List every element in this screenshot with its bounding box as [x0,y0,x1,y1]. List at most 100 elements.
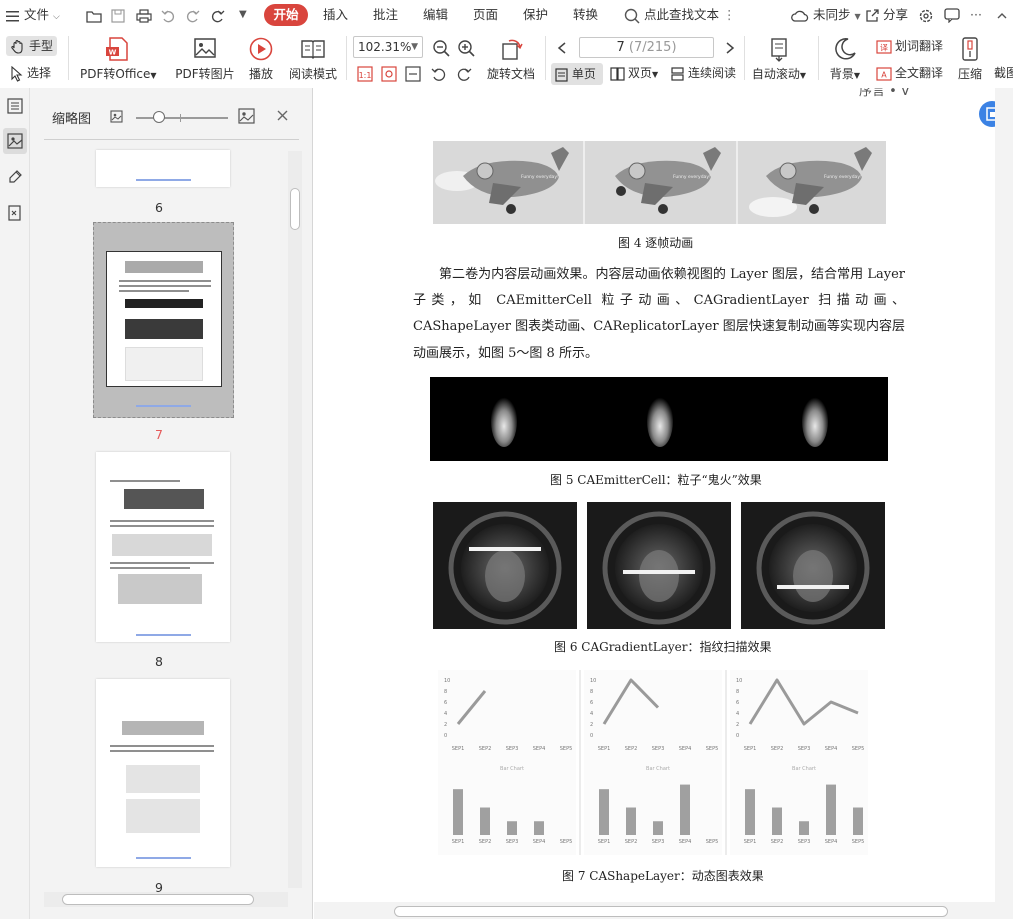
single-page-button[interactable]: 单页 [551,63,603,85]
zoom-value: 102.31% [358,40,412,54]
zoom-out-icon[interactable] [432,35,450,59]
outline-icon[interactable] [3,93,27,119]
bar [680,784,690,835]
compress-button[interactable]: 压缩 [954,36,986,82]
thumbnail-hscroll-thumb[interactable] [62,894,254,905]
thumb-footer-line [136,179,191,181]
sync-status[interactable]: 未同步 ▼ [791,0,861,30]
print-icon[interactable] [136,0,152,30]
quick-access-dropdown-icon[interactable]: ▼ [239,0,247,30]
play-button[interactable]: 播放 [244,36,278,82]
thumb-figure [126,799,200,833]
fit-width-icon[interactable] [405,62,421,84]
tab-edit[interactable]: 编辑 [423,0,448,30]
annotation-icon[interactable] [3,164,27,190]
slider-knob[interactable] [153,111,165,123]
thumbnail-panel-title: 缩略图 [52,112,92,127]
thumbnail-page-8[interactable] [96,452,230,642]
pdf-to-office-button[interactable]: W PDF转Office▼ [80,36,157,82]
crop-button[interactable]: 截图 [994,64,1013,81]
open-icon[interactable] [86,0,102,30]
close-panel-icon[interactable] [276,109,289,125]
y-tick-label: 2 [736,722,739,728]
tab-page[interactable]: 页面 [473,0,498,30]
x-tick-label: SEP3 [506,746,519,752]
search-box[interactable]: 点此查找文本 ⋮ [624,0,735,30]
large-thumb-icon[interactable] [238,108,255,127]
y-tick-label: 8 [736,689,739,695]
full-translate-button[interactable]: A 全文翻译 [876,63,943,83]
background-button[interactable]: 背景▼ [826,36,864,82]
zoom-in-icon[interactable] [457,35,475,59]
tab-annotate[interactable]: 批注 [373,0,398,30]
divider [346,36,347,80]
rotate-document-button[interactable]: 旋转文档 [484,36,538,82]
word-translate-button[interactable]: 译划词翻译 [876,36,943,56]
y-tick-label: 10 [736,678,742,684]
thumbnail-page-6[interactable] [96,150,230,187]
slider-tick [180,114,181,122]
page-total: (7/215) [628,40,677,55]
more-icon[interactable]: ··· [970,0,982,30]
file-menu[interactable]: 文件 ⌵ [6,0,60,30]
search-label: 点此查找文本 [643,7,719,22]
compress-label: 压缩 [957,67,982,81]
rotate-right-icon[interactable] [456,62,472,84]
share-button[interactable]: 分享 [865,0,908,30]
thumbnail-page-9[interactable] [96,679,230,867]
tab-protect[interactable]: 保护 [523,0,548,30]
read-mode-button[interactable]: 阅读模式 [286,36,340,82]
undo-icon[interactable] [161,0,175,30]
small-thumb-icon[interactable] [110,110,123,126]
cloud-icon [791,10,809,22]
x-tick-label: SEP4 [679,746,692,752]
auto-scroll-button[interactable]: 自动滚动▼ [750,36,808,82]
document-vscrollbar[interactable] [995,88,1013,919]
thumbnail-vscrollbar[interactable] [288,151,302,888]
thumb-footer-line [136,857,191,859]
thumbnail-size-slider[interactable] [136,117,228,119]
feedback-icon[interactable] [944,0,960,30]
thumb-figure [118,574,202,604]
fit-page-icon[interactable] [381,62,397,84]
save-icon[interactable] [111,0,125,30]
tab-start[interactable]: 开始 [264,4,308,26]
full-translate-icon: A [876,66,892,81]
thumbnail-vscroll-thumb[interactable] [290,188,300,230]
hand-tool-button[interactable]: 手型 [6,36,58,56]
chevron-down-icon: ⌵ [52,12,60,22]
double-page-button[interactable]: 双页▼ [610,63,658,85]
y-tick-label: 6 [736,700,739,706]
next-page-icon[interactable] [724,36,736,58]
thumb-figure [125,347,203,381]
tab-insert[interactable]: 插入 [323,0,348,30]
chart-caption: Bar Chart [646,766,670,772]
settings-icon[interactable] [918,0,934,30]
redo2-icon[interactable] [211,0,225,30]
thumbnail-icon[interactable] [3,128,27,154]
select-tool-button[interactable]: 选择 [10,63,51,83]
moon-icon [835,38,856,60]
document-hscroll-thumb[interactable] [394,906,948,917]
document-view[interactable]: 序言 • V Funny everyday! Funny everyday! F… [314,88,1013,919]
actual-size-icon[interactable]: 1:1 [357,62,373,84]
bar-x-label: SEP3 [798,839,811,845]
plane-text: Funny everyday! [824,174,862,180]
page-number-input[interactable]: 7 (7/215) [579,37,714,58]
attachment-icon[interactable] [3,200,27,226]
y-tick-label: 2 [444,722,447,728]
rotate-left-icon[interactable] [431,62,447,84]
pdf-to-image-button[interactable]: PDF转图片 [172,36,238,82]
prev-page-icon[interactable] [556,36,568,58]
continuous-read-button[interactable]: 连续阅读 [670,63,736,83]
x-tick-label: SEP2 [771,746,784,752]
more-dots-icon[interactable]: ⋮ [723,7,736,22]
collapse-ribbon-icon[interactable] [996,0,1008,30]
x-tick-label: SEP5 [706,746,719,752]
zoom-select[interactable]: 102.31% ▼ [353,36,423,58]
redo-icon[interactable] [186,0,200,30]
play-label: 播放 [248,67,273,81]
tab-convert[interactable]: 转换 [573,0,598,30]
thumb-figure [125,319,203,339]
thumbnail-page-7[interactable] [93,222,234,418]
